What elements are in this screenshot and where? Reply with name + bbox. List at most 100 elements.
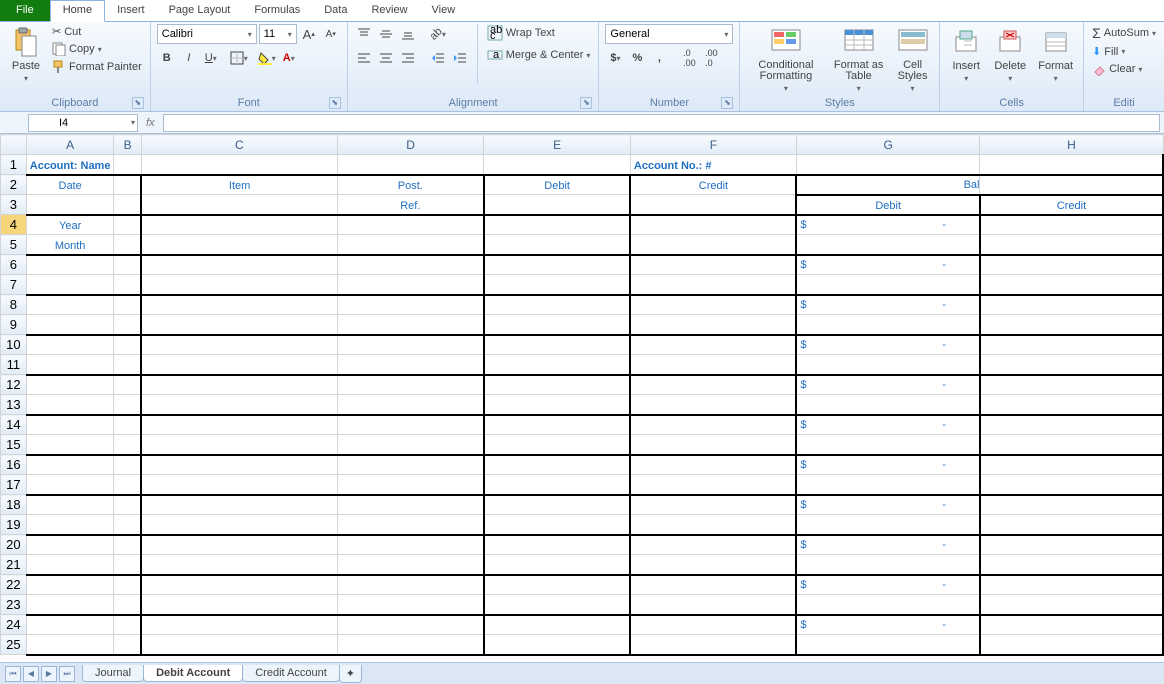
cell-C9[interactable] [141,315,337,335]
cell-F21[interactable] [630,555,796,575]
cell-F7[interactable] [630,275,796,295]
increase-indent-button[interactable] [450,48,470,68]
row-header-5[interactable]: 5 [1,235,27,255]
cell-B11[interactable] [114,355,141,375]
cell-C5[interactable] [141,235,337,255]
cell-D3[interactable]: Ref. [337,195,484,215]
shrink-font-button[interactable]: A▾ [321,24,341,44]
cell-F12[interactable] [630,375,796,395]
cell-H3[interactable]: Credit [980,195,1163,215]
cell-E19[interactable] [484,515,631,535]
cell-G8[interactable]: $- [796,295,979,315]
cell-C16[interactable] [141,455,337,475]
worksheet-grid[interactable]: ABCDEFGH1Account: NameAccount No.: #2Dat… [0,134,1164,662]
bold-button[interactable]: B [157,48,177,68]
cell-B10[interactable] [114,335,141,355]
cell-C22[interactable] [141,575,337,595]
cell-E10[interactable] [484,335,631,355]
cell-B21[interactable] [114,555,141,575]
format-cells-button[interactable]: Format▾ [1034,24,1077,85]
number-format-select[interactable]: General▾ [605,24,733,44]
cell-H7[interactable] [980,275,1163,295]
row-header-20[interactable]: 20 [1,535,27,555]
cell-E16[interactable] [484,455,631,475]
cell-B6[interactable] [114,255,141,275]
cell-E11[interactable] [484,355,631,375]
cell-A15[interactable] [26,435,114,455]
cell-A11[interactable] [26,355,114,375]
row-header-11[interactable]: 11 [1,355,27,375]
fx-icon[interactable]: fx [138,117,163,129]
cell-B16[interactable] [114,455,141,475]
cell-G5[interactable] [796,235,979,255]
cell-A19[interactable] [26,515,114,535]
cell-C25[interactable] [141,635,337,655]
cell-F4[interactable] [630,215,796,235]
cell-C8[interactable] [141,295,337,315]
cell-E7[interactable] [484,275,631,295]
cell-B9[interactable] [114,315,141,335]
cell-E9[interactable] [484,315,631,335]
cell-B17[interactable] [114,475,141,495]
cell-A17[interactable] [26,475,114,495]
dialog-launcher-icon[interactable]: ⬊ [329,97,341,109]
cell-G6[interactable]: $- [796,255,979,275]
cell-F19[interactable] [630,515,796,535]
row-header-2[interactable]: 2 [1,175,27,195]
cell-D12[interactable] [337,375,484,395]
sheet-tab-new[interactable]: ✦ [339,665,362,683]
cell-G12[interactable]: $- [796,375,979,395]
row-header-12[interactable]: 12 [1,375,27,395]
cell-D20[interactable] [337,535,484,555]
cell-G17[interactable] [796,475,979,495]
format-as-table-button[interactable]: Format as Table▾ [829,24,887,95]
cell-G24[interactable]: $- [796,615,979,635]
cell-E22[interactable] [484,575,631,595]
cell-C23[interactable] [141,595,337,615]
cell-E17[interactable] [484,475,631,495]
cell-A12[interactable] [26,375,114,395]
cell-G7[interactable] [796,275,979,295]
cell-C4[interactable] [141,215,337,235]
underline-button[interactable]: U▾ [201,48,221,68]
cell-D19[interactable] [337,515,484,535]
cell-E24[interactable] [484,615,631,635]
cell-C6[interactable] [141,255,337,275]
cell-E8[interactable] [484,295,631,315]
row-header-6[interactable]: 6 [1,255,27,275]
cell-B14[interactable] [114,415,141,435]
cell-H6[interactable] [980,255,1163,275]
cell-B24[interactable] [114,615,141,635]
select-all-corner[interactable] [1,135,27,155]
comma-button[interactable]: , [649,48,669,68]
cell-B20[interactable] [114,535,141,555]
clear-button[interactable]: Clear▾ [1090,61,1144,77]
row-header-1[interactable]: 1 [1,155,27,175]
row-header-25[interactable]: 25 [1,635,27,655]
cell-D1[interactable] [337,155,484,175]
italic-button[interactable]: I [179,48,199,68]
cell-B23[interactable] [114,595,141,615]
cell-A14[interactable] [26,415,114,435]
row-header-24[interactable]: 24 [1,615,27,635]
cell-D4[interactable] [337,215,484,235]
cell-D23[interactable] [337,595,484,615]
cell-E14[interactable] [484,415,631,435]
col-header-F[interactable]: F [630,135,796,155]
cell-D17[interactable] [337,475,484,495]
borders-button[interactable]: ▾ [229,48,249,68]
cell-D15[interactable] [337,435,484,455]
col-header-C[interactable]: C [141,135,337,155]
name-box[interactable]: I4▾ [28,114,138,132]
cell-D9[interactable] [337,315,484,335]
delete-cells-button[interactable]: Delete▾ [990,24,1030,85]
cell-B4[interactable] [114,215,141,235]
cell-A8[interactable] [26,295,114,315]
cell-E12[interactable] [484,375,631,395]
cell-F9[interactable] [630,315,796,335]
cell-B2[interactable] [114,175,141,195]
cell-G15[interactable] [796,435,979,455]
cell-H15[interactable] [980,435,1163,455]
cell-C11[interactable] [141,355,337,375]
cell-styles-button[interactable]: Cell Styles▾ [892,24,933,95]
